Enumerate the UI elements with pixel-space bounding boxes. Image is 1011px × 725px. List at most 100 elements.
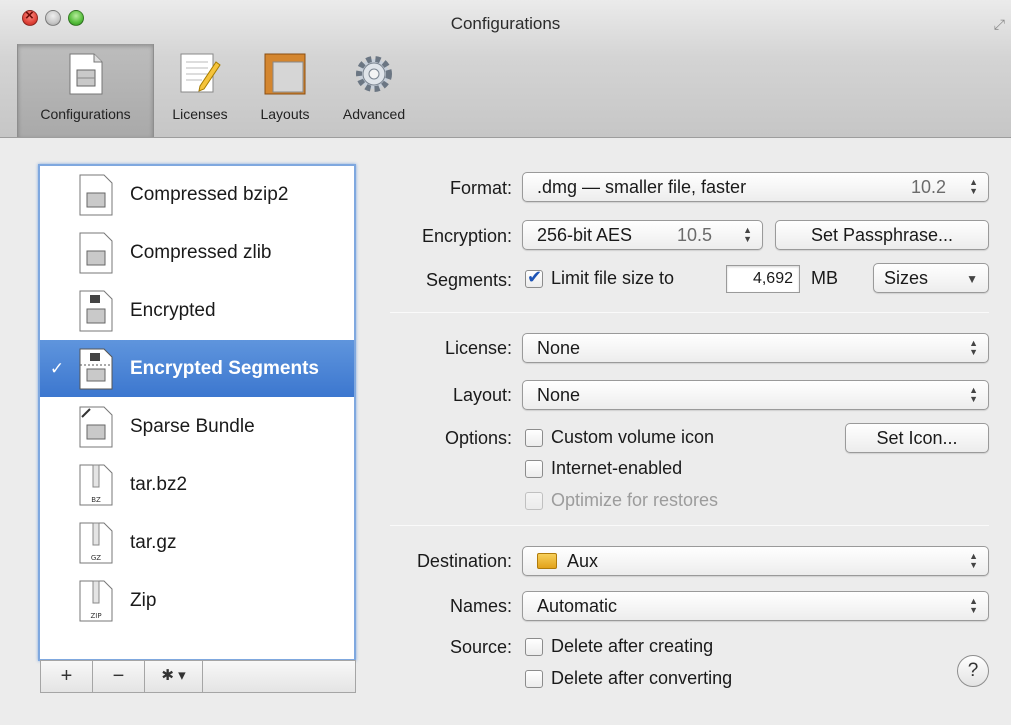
sparse-bundle-icon bbox=[79, 406, 113, 447]
tab-label: Advanced bbox=[342, 106, 406, 122]
internet-enabled-checkbox[interactable] bbox=[525, 460, 543, 478]
delete-after-converting-label: Delete after converting bbox=[551, 668, 733, 688]
zip-archive-icon: ZIP bbox=[79, 580, 113, 621]
names-value: Automatic bbox=[537, 596, 618, 616]
source-label: Source: bbox=[449, 637, 512, 657]
popup-arrows-icon: ▲ ▼ bbox=[969, 596, 978, 615]
list-item-selected[interactable]: ✓ Encrypted Segments bbox=[40, 340, 354, 397]
set-passphrase-button[interactable]: Set Passphrase... bbox=[775, 220, 989, 250]
delete-after-creating-checkbox[interactable] bbox=[525, 638, 543, 656]
remove-configuration-button[interactable]: − bbox=[93, 661, 145, 692]
names-label: Names: bbox=[449, 596, 512, 616]
add-configuration-button[interactable]: + bbox=[41, 661, 93, 692]
window-title: Configurations bbox=[450, 14, 561, 33]
list-item-label: Encrypted bbox=[130, 299, 216, 321]
layout-label: Layout: bbox=[452, 385, 512, 405]
help-button[interactable]: ? bbox=[957, 655, 989, 687]
destination-value: Aux bbox=[567, 551, 599, 571]
layout-popup[interactable]: None ▲ ▼ bbox=[522, 380, 989, 410]
limit-file-size-label: Limit file size to bbox=[551, 268, 675, 288]
popup-arrows-icon: ▲ ▼ bbox=[969, 551, 978, 570]
format-version: 10.2 bbox=[910, 177, 946, 197]
destination-popup[interactable]: Aux ▲ ▼ bbox=[522, 546, 989, 576]
sizes-popup[interactable]: Sizes ▼ bbox=[873, 263, 989, 293]
list-item[interactable]: Compressed zlib bbox=[40, 224, 354, 281]
svg-text:ZIP: ZIP bbox=[90, 612, 101, 620]
zip-archive-icon: BZ bbox=[79, 464, 113, 505]
list-item-label: Compressed zlib bbox=[130, 241, 272, 263]
list-item[interactable]: Encrypted bbox=[40, 282, 354, 339]
segments-label: Segments: bbox=[425, 270, 512, 290]
license-value: None bbox=[537, 338, 581, 358]
svg-text:GZ: GZ bbox=[91, 554, 101, 562]
encryption-label: Encryption: bbox=[421, 226, 512, 246]
format-popup[interactable]: .dmg — smaller file, faster 10.2 ▲ ▼ bbox=[522, 172, 989, 202]
locked-disk-image-icon bbox=[79, 290, 113, 331]
set-icon-button[interactable]: Set Icon... bbox=[845, 423, 989, 453]
tab-advanced[interactable]: Advanced bbox=[328, 44, 420, 137]
segment-size-field[interactable]: 4,692 bbox=[726, 265, 800, 293]
delete-after-creating-label: Delete after creating bbox=[551, 636, 714, 656]
document-pencil-icon bbox=[180, 53, 221, 93]
gear-menu-button[interactable]: ✱ ▾ bbox=[145, 661, 203, 692]
names-popup[interactable]: Automatic ▲ ▼ bbox=[522, 591, 989, 621]
popup-arrows-icon: ▲ ▼ bbox=[743, 225, 752, 244]
disk-image-icon bbox=[79, 174, 113, 215]
license-label: License: bbox=[444, 338, 512, 358]
popup-arrows-icon: ▲ ▼ bbox=[969, 177, 978, 196]
zip-archive-icon: GZ bbox=[79, 522, 113, 563]
list-item-label: tar.bz2 bbox=[130, 473, 188, 495]
disk-image-icon bbox=[69, 53, 102, 95]
optimize-for-restores-checkbox bbox=[525, 492, 543, 510]
license-popup[interactable]: None ▲ ▼ bbox=[522, 333, 989, 363]
encryption-version: 10.5 bbox=[676, 225, 712, 245]
configurations-list[interactable]: Compressed bzip2 Compressed zlib Encrypt… bbox=[38, 164, 356, 661]
checkmark-icon: ✓ bbox=[49, 358, 65, 378]
format-value: .dmg — smaller file, faster bbox=[537, 177, 747, 197]
format-label: Format: bbox=[449, 178, 512, 198]
custom-volume-icon-label: Custom volume icon bbox=[551, 427, 715, 447]
limit-file-size-checkbox[interactable] bbox=[525, 267, 543, 288]
sizes-label: Sizes bbox=[884, 268, 929, 288]
list-item-label: Sparse Bundle bbox=[130, 415, 255, 437]
chevron-down-icon: ▼ bbox=[966, 272, 978, 286]
gear-icon bbox=[356, 56, 392, 92]
list-toolbar: + − ✱ ▾ bbox=[40, 660, 356, 693]
disk-image-icon bbox=[79, 232, 113, 273]
encryption-popup[interactable]: 256-bit AES 10.5 ▲ ▼ bbox=[522, 220, 763, 250]
fullscreen-icon[interactable]: ⤢ bbox=[994, 16, 1005, 33]
list-item-label: Encrypted Segments bbox=[130, 357, 319, 379]
optimize-for-restores-label: Optimize for restores bbox=[551, 490, 719, 510]
destination-label: Destination: bbox=[416, 551, 512, 571]
list-item-label: Zip bbox=[130, 589, 157, 611]
list-item-label: tar.gz bbox=[130, 531, 177, 553]
segment-size-unit: MB bbox=[811, 268, 838, 288]
window-titlebar: Configurations ⤢ Configurations Licenses… bbox=[0, 0, 1011, 138]
options-label: Options: bbox=[444, 428, 512, 448]
separator bbox=[390, 312, 989, 313]
layout-value: None bbox=[537, 385, 581, 405]
popup-arrows-icon: ▲ ▼ bbox=[969, 338, 978, 357]
tab-label: Licenses bbox=[172, 106, 228, 122]
ruler-frame-icon bbox=[264, 53, 306, 95]
list-item[interactable]: GZ tar.gz bbox=[40, 514, 354, 571]
svg-text:BZ: BZ bbox=[91, 496, 101, 504]
list-item[interactable]: Sparse Bundle bbox=[40, 398, 354, 455]
encryption-value: 256-bit AES bbox=[537, 225, 633, 245]
separator bbox=[390, 525, 989, 526]
popup-arrows-icon: ▲ ▼ bbox=[969, 385, 978, 404]
tab-licenses[interactable]: Licenses bbox=[158, 44, 242, 137]
list-item[interactable]: Compressed bzip2 bbox=[40, 166, 354, 223]
delete-after-converting-checkbox[interactable] bbox=[525, 670, 543, 688]
locked-segmented-disk-image-icon bbox=[79, 348, 113, 389]
list-item-label: Compressed bzip2 bbox=[130, 183, 289, 205]
tab-layouts[interactable]: Layouts bbox=[246, 44, 324, 137]
tab-label: Configurations bbox=[40, 106, 131, 122]
custom-volume-icon-checkbox[interactable] bbox=[525, 429, 543, 447]
list-item[interactable]: BZ tar.bz2 bbox=[40, 456, 354, 513]
tab-label: Layouts bbox=[260, 106, 310, 122]
folder-icon bbox=[537, 553, 557, 569]
list-item[interactable]: ZIP Zip bbox=[40, 572, 354, 629]
internet-enabled-label: Internet-enabled bbox=[551, 458, 683, 478]
tab-configurations[interactable]: Configurations bbox=[17, 44, 154, 137]
